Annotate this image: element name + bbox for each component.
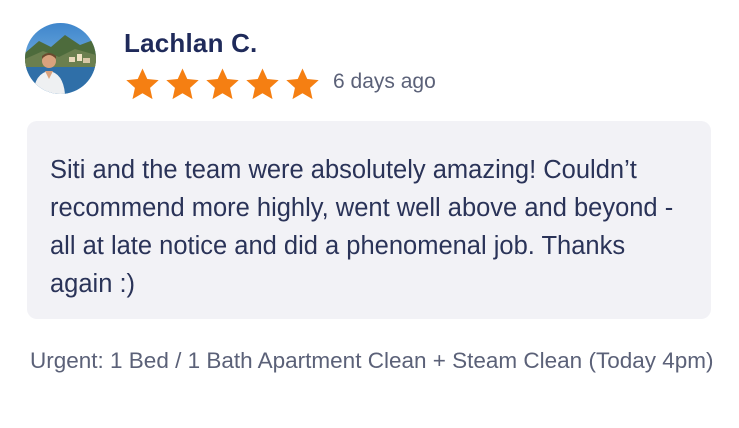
star-icon — [206, 68, 239, 100]
review-date: 6 days ago — [333, 70, 436, 93]
reviewer-name: Lachlan C. — [124, 28, 258, 58]
review-bubble: Siti and the team were absolutely amazin… — [27, 121, 711, 319]
avatar-photo — [25, 23, 96, 94]
service-description: Urgent: 1 Bed / 1 Bath Apartment Clean +… — [30, 348, 714, 373]
star-rating — [123, 66, 322, 103]
star-icon — [126, 68, 159, 100]
star-icon — [246, 68, 279, 100]
star-icon — [166, 68, 199, 100]
star-icon — [286, 68, 319, 100]
avatar — [25, 23, 96, 94]
review-text: Siti and the team were absolutely amazin… — [50, 156, 674, 298]
